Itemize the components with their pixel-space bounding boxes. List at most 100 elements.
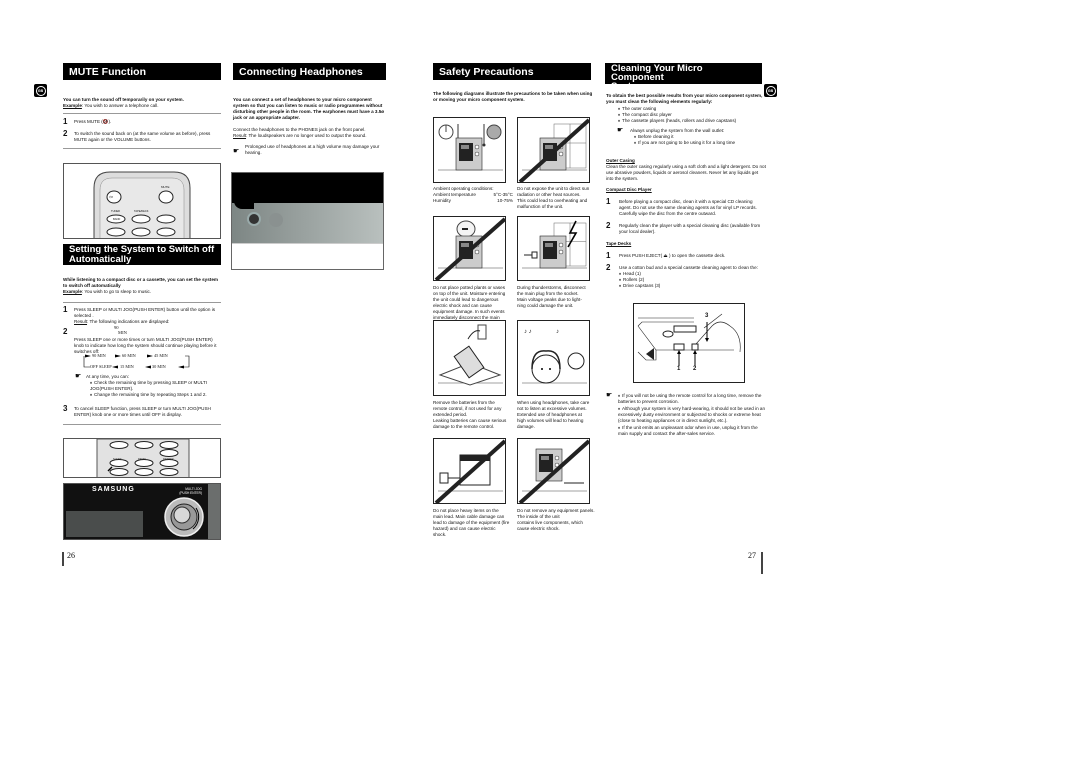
phones-jack-icon — [247, 212, 261, 226]
mute-step-1: Press MUTE (🔇). — [74, 119, 112, 124]
tape-deck-drawing — [637, 313, 741, 366]
cd-step-2: Regularly clean the player with a specia… — [619, 223, 761, 234]
heavy-items-on-lead-figure-drawing — [434, 439, 505, 503]
thunderstorm-figure — [517, 216, 590, 281]
headphones-warning: Prolonged use of headphones at a high vo… — [245, 144, 380, 155]
cycle-item: 90 MIN — [92, 353, 106, 358]
step-number: 1 — [606, 251, 611, 260]
unit-front-panel-illustration: SAMSUNG MULTI JOG (PUSH ENTER) — [63, 483, 221, 540]
language-badge-left: GB — [34, 84, 47, 97]
headphone-volume-figure-drawing: ♪ ♪ ♪ — [522, 329, 587, 384]
remove-panels-figure — [517, 438, 590, 504]
unplug-note: Always unplug the system from the wall o… — [630, 128, 766, 146]
caption-line: damage to the remote control. — [433, 424, 495, 429]
side-strip — [208, 484, 220, 539]
page-marker-left — [62, 552, 64, 566]
tuner-label: TUNER — [111, 210, 120, 213]
headphone-jack-illustration — [231, 172, 384, 270]
page-number-right: 27 — [748, 551, 756, 560]
remote-sleep-illustration: SLEEP DEMO DIMMER — [63, 438, 221, 478]
step-number: 2 — [63, 129, 68, 138]
headphone-volume-figure: ♪ ♪ ♪ — [517, 320, 590, 396]
condition-row: Humidity 10-75% — [433, 198, 513, 204]
sleep-button-label: SLEEP — [113, 458, 122, 461]
headphones-instruction: Connect the headphones to the PHONES jac… — [233, 127, 367, 138]
cycle-item: 60 MIN — [122, 353, 136, 358]
brand-logo: SAMSUNG — [92, 486, 135, 493]
safety-intro: The following diagrams illustrate the pr… — [433, 91, 593, 102]
warning-hand-icon: ☛ — [233, 148, 240, 155]
note-hand-icon: ☛ — [606, 392, 613, 399]
caption-line: damage. — [517, 424, 535, 429]
multi-jog-label: MULTI JOG (PUSH ENTER) — [179, 487, 202, 495]
mute-step-2: To switch the sound back on (at the same… — [74, 131, 211, 142]
remove-batteries-figure — [433, 320, 506, 396]
dimmer-button-label: DIMMER — [163, 458, 174, 461]
sleep-cycle-diagram: 90 MIN 60 MIN 45 MIN OFF SLEEP 15 MIN 30… — [82, 353, 192, 371]
band-label: BAND — [113, 218, 121, 221]
caption-line: cause electric shock. — [517, 526, 560, 531]
mute-button-label: MUTE — [161, 185, 170, 189]
direct-sun-figure-drawing — [518, 118, 589, 182]
safety-caption: During thunderstorms, disconnect the main… — [517, 285, 597, 309]
step-number: 2 — [606, 263, 611, 272]
thunderstorm-figure-drawing — [522, 220, 587, 269]
knob-icon — [269, 213, 283, 227]
cleaning-section-title: Cleaning Your Micro Component System — [605, 63, 762, 91]
safety-caption: Do not expose the unit to direct sun radi… — [517, 186, 597, 210]
headphones-section-title: Connecting Headphones — [233, 63, 386, 80]
divider — [63, 424, 221, 425]
remote-control-illustration: ⏻/I MUTE TUNER TAPE/DECK BAND — [63, 163, 221, 239]
tapedeck-label: TAPE/DECK — [134, 210, 149, 213]
direct-sun-figure — [517, 117, 590, 183]
remove-panels-figure-drawing — [518, 439, 589, 503]
svg-text:♪ ♪: ♪ ♪ — [524, 329, 532, 335]
page-number-left: 26 — [67, 551, 75, 560]
sleep-step-1: Press SLEEP or MULTI JOG(PUSH ENTER) but… — [74, 307, 216, 335]
svg-text:♪: ♪ — [556, 329, 559, 335]
callout-1: 1 — [677, 366, 681, 372]
cycle-item: 15 MIN — [120, 364, 134, 369]
multi-jog-knob-icon — [164, 497, 204, 537]
note-hand-icon: ☛ — [617, 127, 624, 134]
remove-batteries-figure-drawing — [438, 324, 503, 386]
tape-deck-cleaning-figure: 1 2 3 — [633, 303, 745, 383]
tape-step-1: Press PUSH EJECT( ⏏ ) to open the casset… — [619, 253, 726, 258]
tape-step-2: Use a cotton bud and a special cassette … — [619, 265, 766, 289]
display-window — [66, 511, 143, 537]
safety-caption: Do not remove any equipment panels. The i… — [517, 508, 597, 532]
cycle-item: OFF SLEEP — [90, 364, 112, 369]
step-number: 2 — [63, 327, 68, 336]
panel-top — [232, 173, 383, 203]
power-button-label: ⏻/I — [109, 195, 114, 199]
outer-casing-section: Outer Casing Clean the outer casing regu… — [606, 158, 766, 181]
tape-decks-heading: Tape Decks — [606, 241, 632, 246]
cd-player-heading: Compact Disc Player — [606, 187, 652, 192]
sleep-section-title: Setting the System to Switch off Automat… — [63, 244, 221, 265]
cycle-item: 30 MIN — [152, 364, 166, 369]
sleep-intro: While listening to a compact disc or a c… — [63, 277, 218, 294]
safety-section-title: Safety Precautions — [433, 63, 591, 80]
demo-button-label: DEMO — [138, 458, 146, 461]
cleaning-notes: If you will not be using the remote cont… — [618, 393, 768, 437]
sleep-step-3: To cancel SLEEP function, press SLEEP or… — [74, 406, 211, 417]
mute-section-title: MUTE Function — [63, 63, 221, 80]
potted-plants-figure — [433, 216, 506, 281]
step-number: 1 — [606, 197, 611, 206]
heavy-items-on-lead-figure — [433, 438, 506, 504]
ambient-conditions-figure-drawing — [438, 124, 503, 171]
note-hand-icon: ☛ — [75, 373, 82, 380]
callout-2: 2 — [693, 366, 697, 372]
safety-caption: Do not place heavy items on the main lead… — [433, 508, 513, 538]
caption-line: shock. — [433, 532, 447, 537]
condition-label: Humidity — [433, 198, 451, 203]
divider — [63, 302, 221, 303]
safety-caption: When using headphones, take care not to l… — [517, 400, 597, 430]
potted-plants-figure-drawing — [434, 217, 505, 280]
step-number: 1 — [63, 305, 68, 314]
sleep-notes: At any time, you can: Check the remainin… — [86, 374, 222, 398]
ambient-conditions-figure — [433, 117, 506, 183]
remote-control-drawing — [93, 171, 191, 238]
step-number: 2 — [606, 221, 611, 230]
headphones-intro: You can connect a set of headphones to y… — [233, 97, 385, 120]
